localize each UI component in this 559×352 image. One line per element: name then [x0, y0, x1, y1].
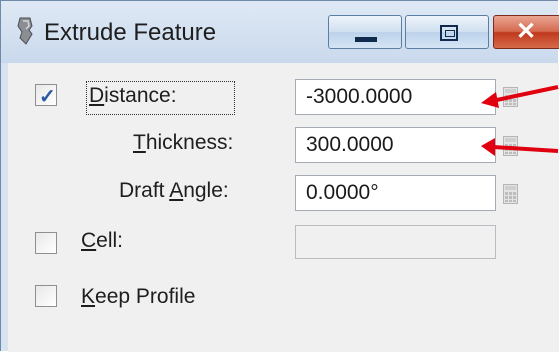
extrude-feature-window: Extrude Feature ✕ ✓ Distance: -3000.0000…: [0, 0, 559, 352]
keep-profile-checkbox[interactable]: [35, 285, 57, 307]
close-button[interactable]: ✕: [493, 15, 559, 49]
close-icon: ✕: [516, 18, 537, 45]
draft-angle-label: Draft Angle:: [119, 179, 229, 202]
thickness-label: Thickness:: [133, 131, 234, 154]
extrude-feature-icon: [17, 17, 33, 45]
minimize-icon: [355, 37, 377, 42]
maximize-icon: [440, 25, 458, 41]
distance-input[interactable]: -3000.0000: [295, 79, 496, 115]
minimize-button[interactable]: [328, 15, 402, 49]
title-bar[interactable]: Extrude Feature ✕: [1, 1, 559, 63]
cell-label[interactable]: Cell:: [81, 229, 123, 253]
calculator-icon[interactable]: [503, 184, 518, 204]
thickness-input[interactable]: 300.0000: [295, 127, 496, 163]
distance-checkbox[interactable]: ✓: [35, 84, 57, 108]
window-title: Extrude Feature: [44, 19, 217, 46]
cell-input[interactable]: [295, 225, 496, 259]
cell-checkbox[interactable]: [35, 232, 57, 254]
keep-profile-label[interactable]: Keep Profile: [81, 285, 195, 309]
calculator-icon[interactable]: [503, 87, 518, 107]
maximize-button[interactable]: [405, 15, 489, 49]
dialog-body: ✓ Distance: -3000.0000 Thickness: 300.00…: [8, 63, 559, 352]
checkmark-icon: ✓: [39, 86, 56, 108]
calculator-icon[interactable]: [503, 136, 518, 156]
distance-label[interactable]: Distance:: [89, 84, 177, 108]
draft-angle-input[interactable]: 0.0000°: [295, 175, 496, 211]
